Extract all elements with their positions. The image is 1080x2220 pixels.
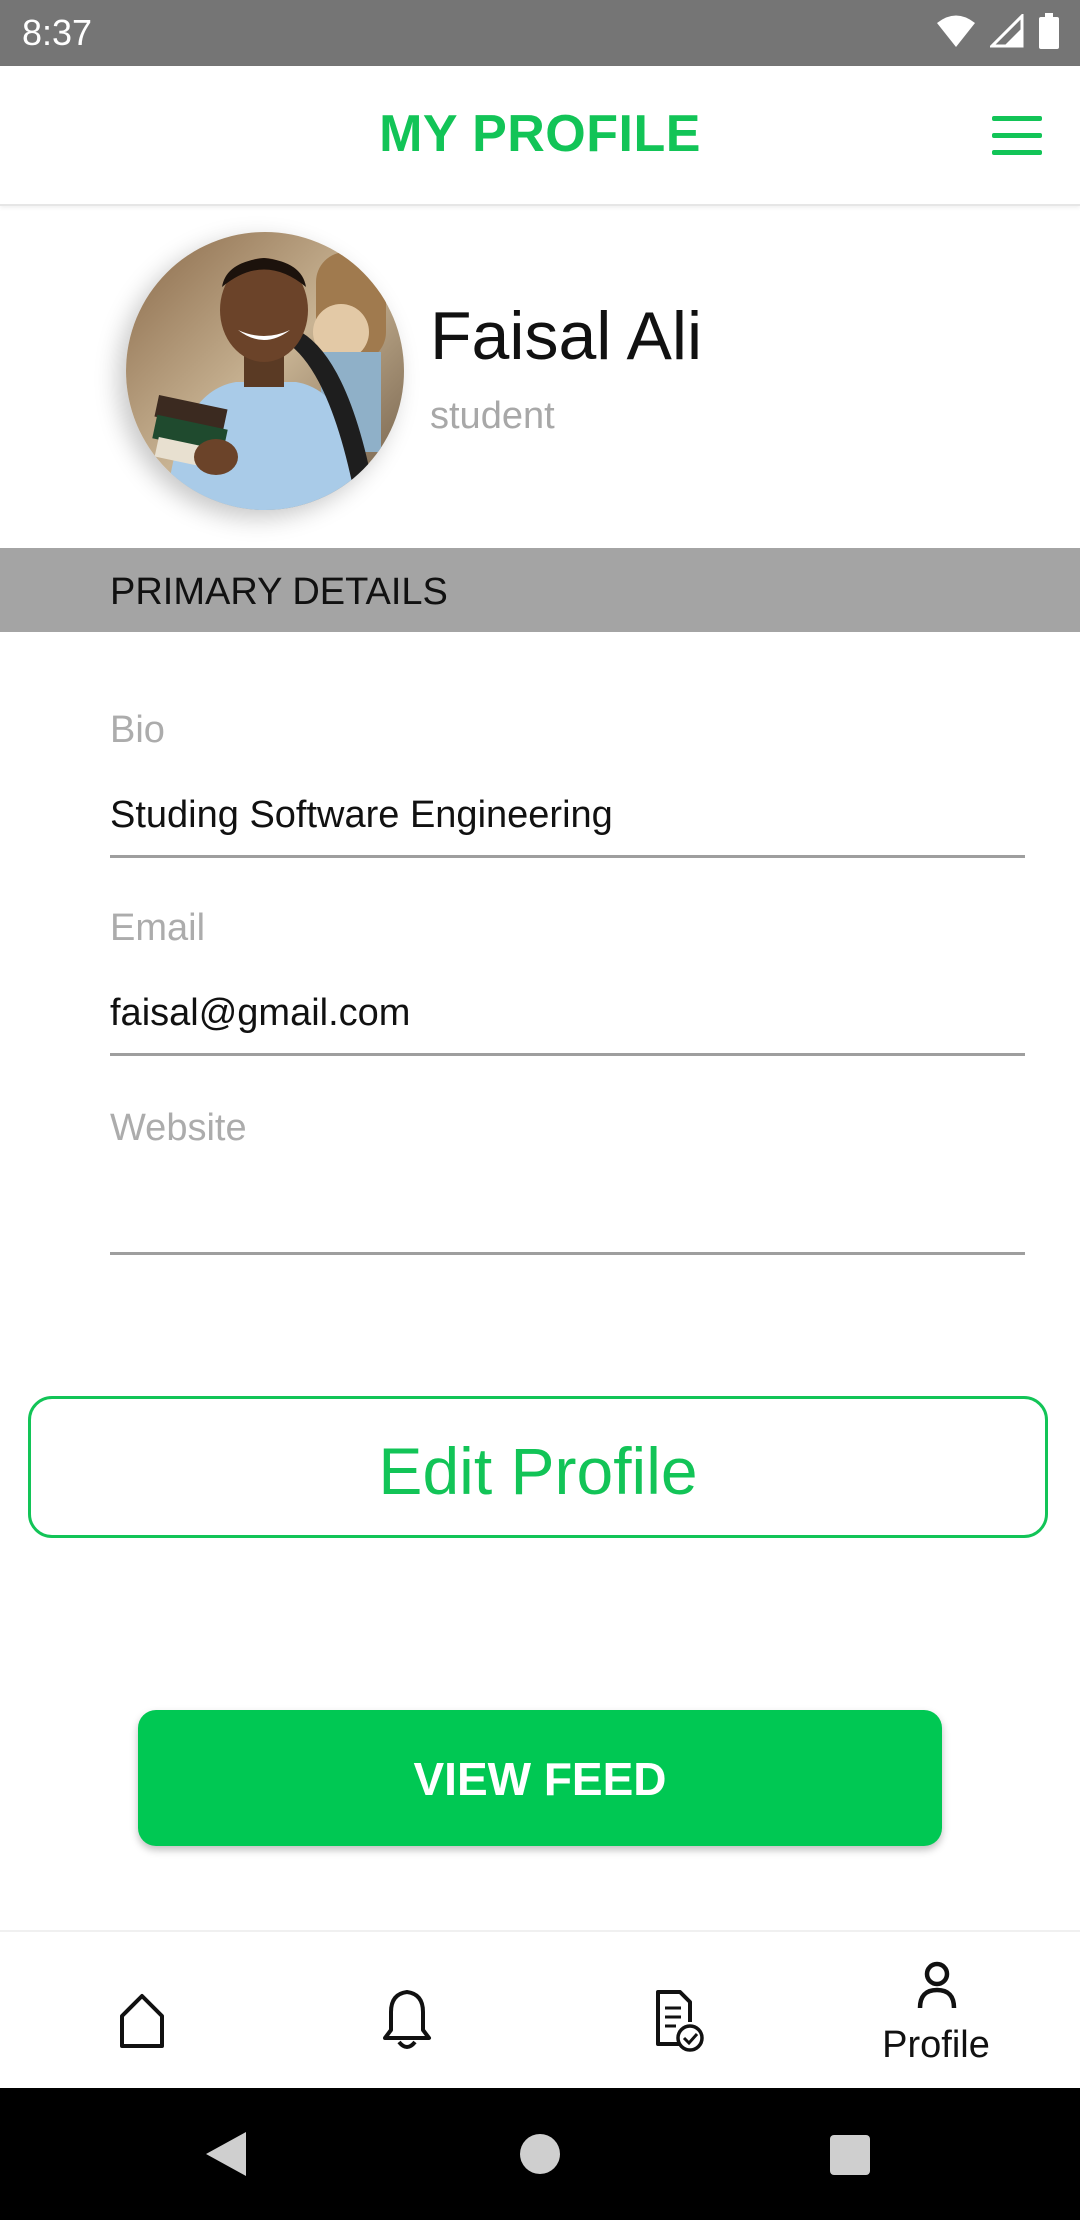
profile-icon — [917, 1961, 957, 2009]
nav-home[interactable] — [82, 1950, 202, 2070]
avatar — [126, 232, 404, 510]
profile-name: Faisal Ali — [430, 298, 703, 374]
nav-profile-label: Profile — [882, 2024, 990, 2066]
nav-tasks[interactable] — [612, 1950, 732, 2070]
status-icons — [936, 11, 1060, 54]
battery-icon — [1038, 12, 1060, 54]
home-icon — [120, 1994, 164, 2048]
website-label: Website — [110, 1107, 247, 1149]
status-time: 8:37 — [22, 12, 93, 53]
email-field[interactable]: faisal@gmail.com — [110, 990, 410, 1036]
page-title: MY PROFILE — [379, 105, 701, 163]
status-bar — [0, 0, 1080, 66]
bell-icon — [383, 1990, 431, 2049]
website-underline — [110, 1252, 1025, 1255]
wifi-icon — [936, 14, 976, 53]
section-title: PRIMARY DETAILS — [110, 571, 448, 613]
recents-icon[interactable] — [828, 2133, 872, 2177]
signal-icon — [988, 11, 1024, 53]
email-label: Email — [110, 907, 206, 949]
email-underline — [110, 1053, 1025, 1056]
back-icon[interactable] — [200, 2128, 250, 2180]
edit-profile-label: Edit Profile — [378, 1434, 698, 1508]
document-check-icon — [656, 1990, 704, 2052]
profile-role: student — [430, 395, 555, 437]
view-feed-label: VIEW FEED — [413, 1753, 667, 1805]
bio-underline — [110, 855, 1025, 858]
bio-label: Bio — [110, 709, 165, 751]
nav-notifications[interactable] — [347, 1950, 467, 2070]
bio-field[interactable]: Studing Software Engineering — [110, 792, 613, 838]
hamburger-menu-icon[interactable] — [988, 114, 1044, 158]
home-circle-icon[interactable] — [518, 2132, 562, 2176]
